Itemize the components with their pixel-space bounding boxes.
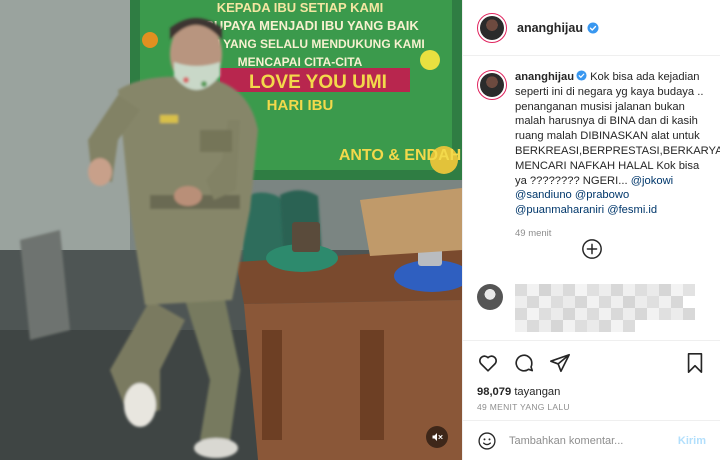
banner-line-4: MENCAPAI CITA-CITA — [238, 55, 363, 69]
mention-link[interactable]: @puanmaharaniri — [515, 204, 604, 216]
caption-row: ananghijau Kok bisa ada kejadian seperti … — [477, 70, 720, 239]
caption-time: 49 menit — [515, 227, 552, 239]
post-caption: ananghijau Kok bisa ada kejadian seperti … — [515, 70, 720, 218]
paper-plane-icon — [550, 353, 570, 372]
mention-link[interactable]: @jokowi — [631, 175, 673, 187]
plus-circle-icon — [581, 239, 602, 259]
mention-link[interactable]: @fesmi.id — [607, 204, 657, 216]
caption-text: Kok bisa ada kejadian seperti ini di neg… — [515, 71, 720, 187]
action-bar — [463, 340, 720, 384]
comment-bubble-icon — [515, 353, 534, 372]
comments-area: ananghijau Kok bisa ada kejadian seperti … — [463, 56, 720, 340]
view-count-number: 98,079 — [477, 386, 512, 398]
share-button[interactable] — [547, 350, 573, 376]
author-username[interactable]: ananghijau — [517, 21, 583, 35]
add-comment-bar: Kirim — [463, 420, 720, 460]
banner-line-2: SUPAYA MENJADI IBU YANG BAIK — [205, 18, 419, 33]
speaker-muted-icon — [432, 433, 443, 441]
view-count[interactable]: 98,079 tayangan — [463, 384, 720, 400]
bookmark-icon — [687, 352, 703, 373]
post-side-panel: ananghijau ananghijau Kok bisa ada kejadi… — [462, 0, 720, 460]
post-video[interactable]: KEPADA IBU SETIAP KAMI SUPAYA MENJADI IB… — [0, 0, 462, 460]
banner-line-5: LOVE YOU UMI — [249, 72, 387, 93]
commenter-avatar[interactable] — [477, 284, 503, 310]
verified-badge-icon — [587, 22, 599, 34]
banner-line-7: ANTO & ENDAH — [339, 147, 461, 164]
pixelated-comment — [515, 284, 695, 332]
comment-item — [477, 284, 695, 340]
comment-input[interactable] — [509, 434, 678, 447]
view-count-label: tayangan — [514, 386, 561, 398]
comment-button[interactable] — [511, 350, 537, 376]
banner-line-6: HARI IBU — [267, 97, 334, 114]
like-button[interactable] — [475, 350, 501, 376]
mention-link[interactable]: @sandiuno — [515, 189, 572, 201]
video-frame: KEPADA IBU SETIAP KAMI SUPAYA MENJADI IB… — [0, 0, 462, 460]
post-header: ananghijau — [463, 0, 720, 56]
caption-avatar[interactable] — [477, 70, 507, 100]
instagram-post: KEPADA IBU SETIAP KAMI SUPAYA MENJADI IB… — [0, 0, 720, 460]
mute-toggle-button[interactable] — [426, 426, 448, 448]
smiley-icon[interactable] — [477, 431, 497, 451]
save-button[interactable] — [682, 350, 708, 376]
load-more-comments-button[interactable] — [581, 238, 603, 260]
post-timestamp[interactable]: 49 MENIT YANG LALU — [463, 400, 720, 420]
verified-badge-icon — [576, 70, 587, 81]
author-avatar[interactable] — [477, 12, 507, 43]
caption-username[interactable]: ananghijau — [515, 71, 574, 83]
heart-icon — [479, 354, 497, 372]
banner-line-3: IBU YANG SELALU MENDUKUNG KAMI — [199, 37, 424, 51]
post-comment-button[interactable]: Kirim — [678, 435, 706, 447]
mention-link[interactable]: @prabowo — [575, 189, 629, 201]
banner-line-1: KEPADA IBU SETIAP KAMI — [217, 0, 384, 15]
